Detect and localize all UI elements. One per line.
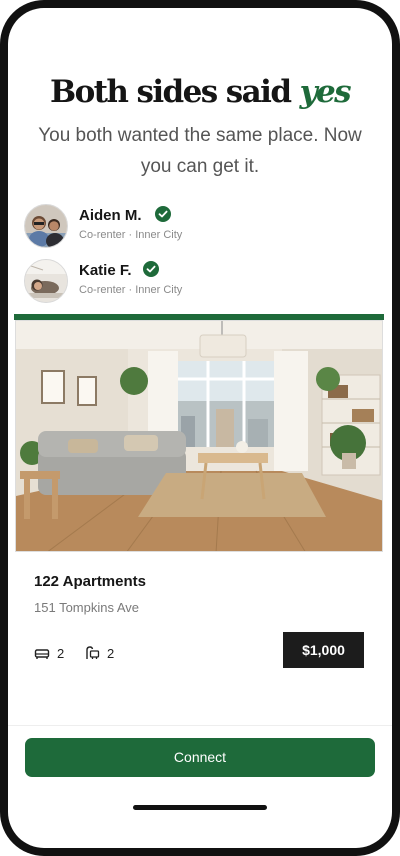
headline-accent: yes xyxy=(299,74,352,110)
phone-frame: Both sides said yes You both wanted the … xyxy=(0,0,400,856)
headline-main: Both sides said xyxy=(50,74,292,110)
person-name: Katie F. xyxy=(79,262,132,279)
listing-name: 122 Apartments xyxy=(34,573,146,590)
bottom-divider xyxy=(8,725,392,726)
match-subtitle: You both wanted the same place. Now you … xyxy=(38,125,362,177)
verified-check-icon xyxy=(155,206,171,222)
baths-value: 2 xyxy=(107,646,115,661)
listing-address: 151 Tompkins Ave xyxy=(34,600,140,615)
beds-value: 2 xyxy=(57,646,65,661)
bath-icon xyxy=(86,646,100,659)
person-subtitle: Co-renter · Inner City xyxy=(79,229,183,241)
verified-check-icon xyxy=(143,261,159,277)
match-headline: Both sides said yes xyxy=(8,74,392,110)
bed-icon xyxy=(34,649,50,659)
listing-card[interactable]: 122 Apartments 151 Tompkins Ave 2 2 $1,0… xyxy=(14,314,384,724)
home-indicator[interactable] xyxy=(133,805,267,810)
avatar xyxy=(24,204,68,248)
connect-button[interactable]: Connect xyxy=(25,738,375,777)
screen: Both sides said yes You both wanted the … xyxy=(8,8,392,848)
person-name: Aiden M. xyxy=(79,207,142,224)
listing-photo[interactable] xyxy=(15,320,383,552)
avatar xyxy=(24,259,68,303)
co-renter-row[interactable]: Katie F. Co-renter · Inner City xyxy=(24,259,324,303)
price-badge: $1,000 xyxy=(283,632,364,668)
co-renter-row[interactable]: Aiden M. Co-renter · Inner City xyxy=(24,204,324,248)
person-subtitle: Co-renter · Inner City xyxy=(79,284,183,296)
